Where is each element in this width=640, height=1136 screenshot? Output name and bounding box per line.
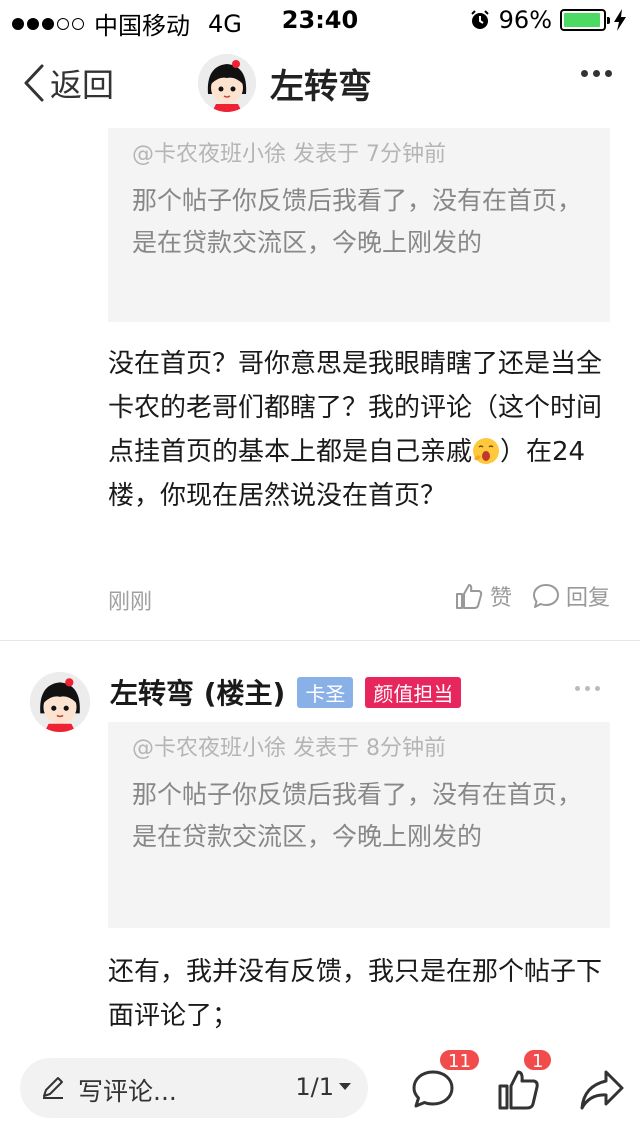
alarm-icon bbox=[470, 10, 489, 29]
quoted-comment: @卡农夜班小徐 发表于 7分钟前 那个帖子你反馈后我看了，没有在首页，是在贷款交… bbox=[108, 128, 610, 322]
post-author-row: 左转弯 (楼主) 卡圣 颜值担当 bbox=[110, 672, 462, 712]
nav-bar: 返回 左转弯 bbox=[0, 40, 640, 128]
caret-down-icon bbox=[339, 1083, 351, 1090]
status-bar: 中国移动 4G 23:40 96% bbox=[0, 0, 640, 40]
battery-icon bbox=[560, 9, 610, 31]
avatar[interactable] bbox=[198, 54, 256, 112]
reply-body: 没在首页？哥你意思是我眼睛瞎了还是当全卡农的老哥们都瞎了？我的评论（这个时间点挂… bbox=[108, 342, 614, 518]
rank-badge: 卡圣 bbox=[297, 676, 354, 708]
page-selector[interactable]: 1/1 bbox=[295, 1073, 352, 1101]
share-arrow-icon bbox=[580, 1070, 624, 1110]
quoted-comment: @卡农夜班小徐 发表于 8分钟前 那个帖子你反馈后我看了，没有在首页，是在贷款交… bbox=[108, 722, 610, 928]
nav-author[interactable]: 左转弯 bbox=[198, 54, 372, 112]
quote-text: 那个帖子你反馈后我看了，没有在首页，是在贷款交流区，今晚上刚发的 bbox=[132, 780, 583, 851]
page-indicator: 1/1 bbox=[295, 1073, 334, 1101]
comments-button[interactable]: 11 bbox=[410, 1048, 481, 1116]
avatar[interactable] bbox=[30, 672, 90, 732]
divider bbox=[0, 640, 640, 641]
like-count-badge: 1 bbox=[522, 1048, 554, 1072]
battery-percent: 96% bbox=[498, 6, 552, 34]
like-label: 赞 bbox=[489, 586, 512, 611]
post-body: 还有，我并没有反馈，我只是在那个帖子下面评论了； bbox=[108, 957, 603, 1031]
girl-avatar-icon bbox=[198, 54, 256, 112]
more-dots-icon[interactable] bbox=[581, 70, 612, 77]
post-more-icon[interactable] bbox=[575, 686, 600, 691]
bottom-bar: 写评论... 1/1 11 1 bbox=[0, 1044, 640, 1136]
comment-count-badge: 11 bbox=[438, 1048, 481, 1072]
comment-input[interactable]: 写评论... 1/1 bbox=[20, 1058, 368, 1118]
post-author[interactable]: 左转弯 (楼主) bbox=[110, 672, 285, 712]
reply-meta: 刚刚 赞 回复 bbox=[108, 584, 610, 615]
yawn-emoji-icon bbox=[473, 438, 500, 464]
girl-avatar-icon bbox=[30, 672, 90, 732]
title-badge: 颜值担当 bbox=[365, 676, 462, 708]
quote-meta[interactable]: @卡农夜班小徐 发表于 8分钟前 bbox=[132, 732, 586, 766]
like-button[interactable]: 赞 bbox=[454, 580, 512, 612]
battery-level bbox=[564, 13, 601, 27]
status-right: 96% bbox=[469, 6, 626, 34]
reply-button[interactable]: 回复 bbox=[532, 580, 610, 612]
thumbs-up-icon bbox=[455, 584, 483, 609]
back-label: 返回 bbox=[50, 66, 115, 104]
share-button[interactable] bbox=[578, 1068, 626, 1116]
quote-text: 那个帖子你反馈后我看了，没有在首页，是在贷款交流区，今晚上刚发的 bbox=[132, 186, 583, 257]
nav-title: 左转弯 bbox=[270, 66, 372, 107]
quote-meta[interactable]: @卡农夜班小徐 发表于 7分钟前 bbox=[132, 138, 586, 172]
pen-icon bbox=[43, 1077, 63, 1099]
back-button[interactable]: 返回 bbox=[22, 60, 114, 106]
comment-bubble-icon bbox=[532, 584, 559, 608]
charging-bolt-icon bbox=[614, 9, 626, 31]
post-header: 左转弯 (楼主) 卡圣 颜值担当 bbox=[30, 668, 610, 732]
back-chevron-icon bbox=[24, 64, 44, 102]
comment-placeholder: 写评论... bbox=[78, 1077, 177, 1106]
reply-time: 刚刚 bbox=[108, 590, 153, 615]
thumbs-up-icon bbox=[498, 1070, 539, 1110]
like-post-button[interactable]: 1 bbox=[496, 1048, 554, 1116]
reply-label: 回复 bbox=[565, 586, 610, 611]
comment-bubble-icon bbox=[412, 1070, 454, 1108]
